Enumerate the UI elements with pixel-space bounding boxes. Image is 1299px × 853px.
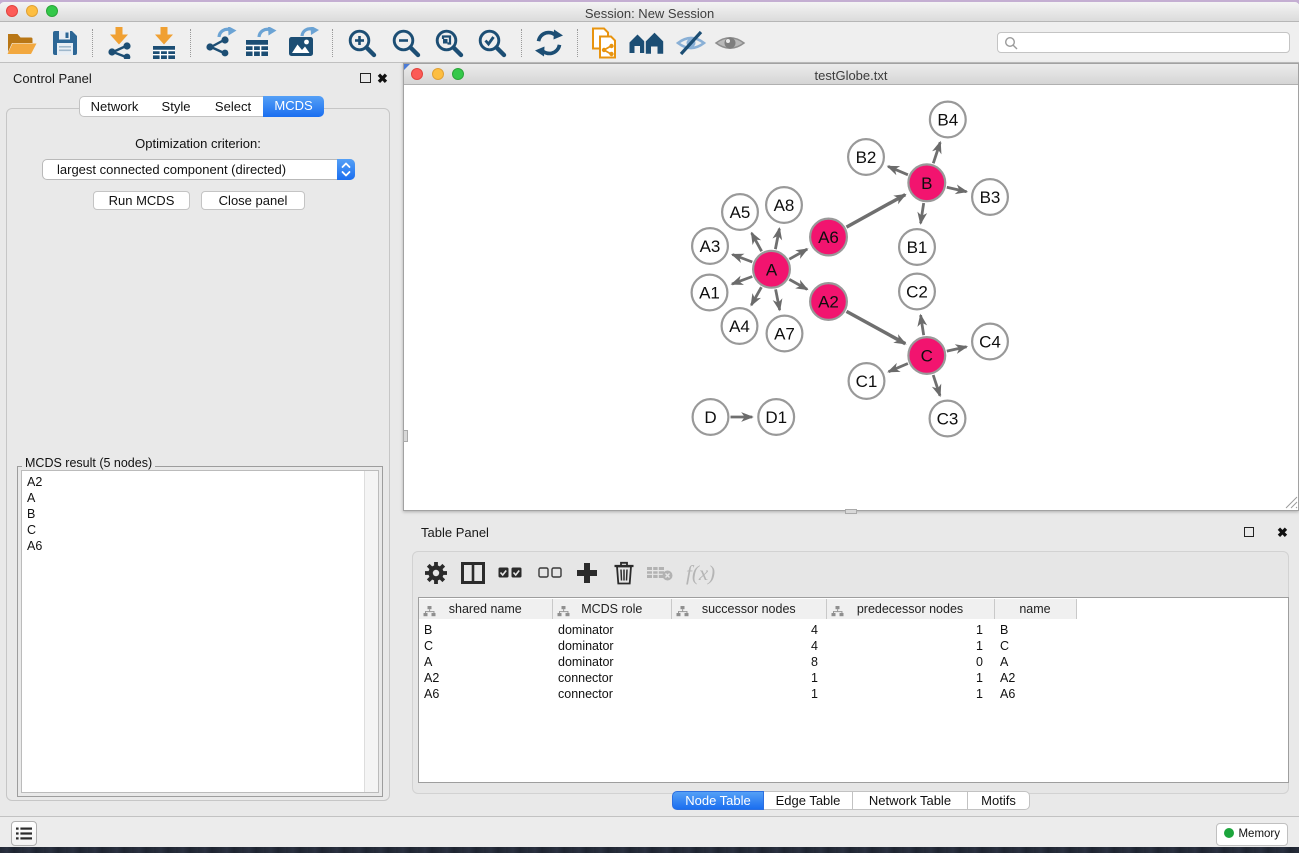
svg-text:D: D [704,408,716,427]
svg-text:C3: C3 [937,410,959,429]
svg-text:B1: B1 [907,238,928,257]
svg-text:A7: A7 [774,325,795,344]
svg-text:B3: B3 [980,188,1001,207]
svg-text:C1: C1 [856,372,878,391]
svg-text:C4: C4 [979,333,1001,352]
svg-text:A3: A3 [700,237,721,256]
svg-text:D1: D1 [765,408,787,427]
svg-text:B2: B2 [856,148,877,167]
svg-text:A: A [766,260,778,279]
svg-text:A5: A5 [730,203,751,222]
svg-text:C: C [921,347,933,366]
svg-text:A2: A2 [818,293,839,312]
svg-text:B: B [921,174,932,193]
svg-text:A6: A6 [818,228,839,247]
svg-text:C2: C2 [906,283,928,302]
svg-text:B4: B4 [937,111,958,130]
svg-text:A8: A8 [774,196,795,215]
svg-text:A1: A1 [699,284,720,303]
svg-text:A4: A4 [729,317,750,336]
